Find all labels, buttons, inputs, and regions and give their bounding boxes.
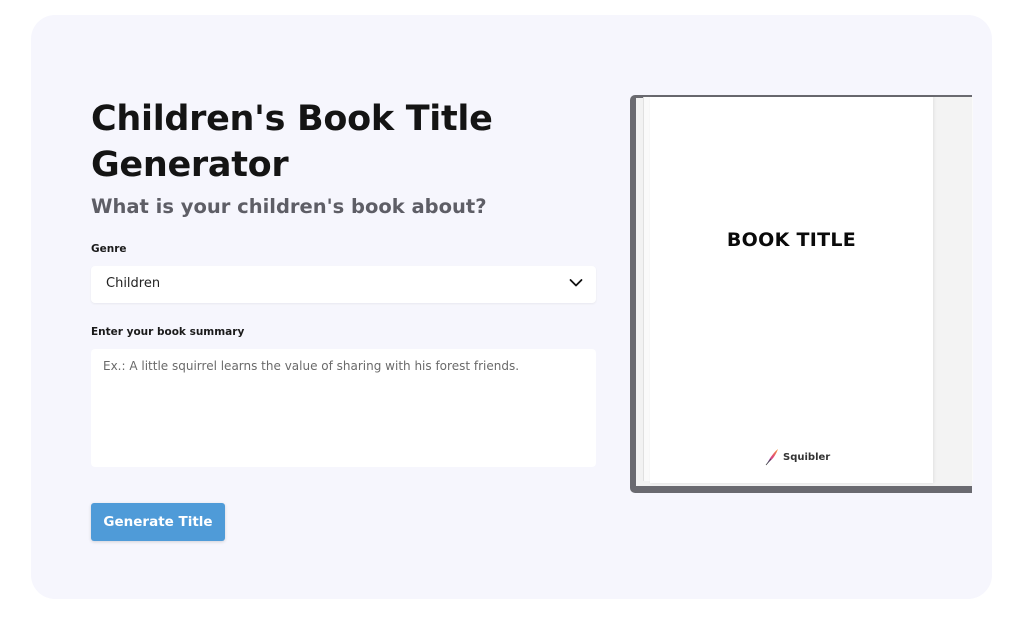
page-title: Children's Book Title Generator (91, 99, 493, 185)
summary-label: Enter your book summary (91, 326, 245, 338)
quill-icon (765, 449, 778, 466)
brand-logo: Squibler (765, 448, 830, 466)
genre-select[interactable]: Children (91, 266, 596, 303)
book-preview: BOOK TITLE Squibler (630, 95, 973, 494)
genre-selected-value: Children (106, 276, 161, 291)
summary-placeholder: Ex.: A little squirrel learns the value … (103, 359, 520, 373)
book-cover: BOOK TITLE Squibler (650, 97, 933, 483)
book-right-page (933, 97, 972, 483)
chevron-down-icon (569, 279, 583, 287)
page-subtitle: What is your children's book about? (91, 195, 487, 218)
book-title: BOOK TITLE (726, 229, 857, 251)
brand-name: Squibler (783, 451, 831, 463)
summary-textarea[interactable]: Ex.: A little squirrel learns the value … (91, 349, 596, 467)
genre-label: Genre (91, 243, 127, 255)
generate-title-button[interactable]: Generate Title (91, 503, 225, 541)
